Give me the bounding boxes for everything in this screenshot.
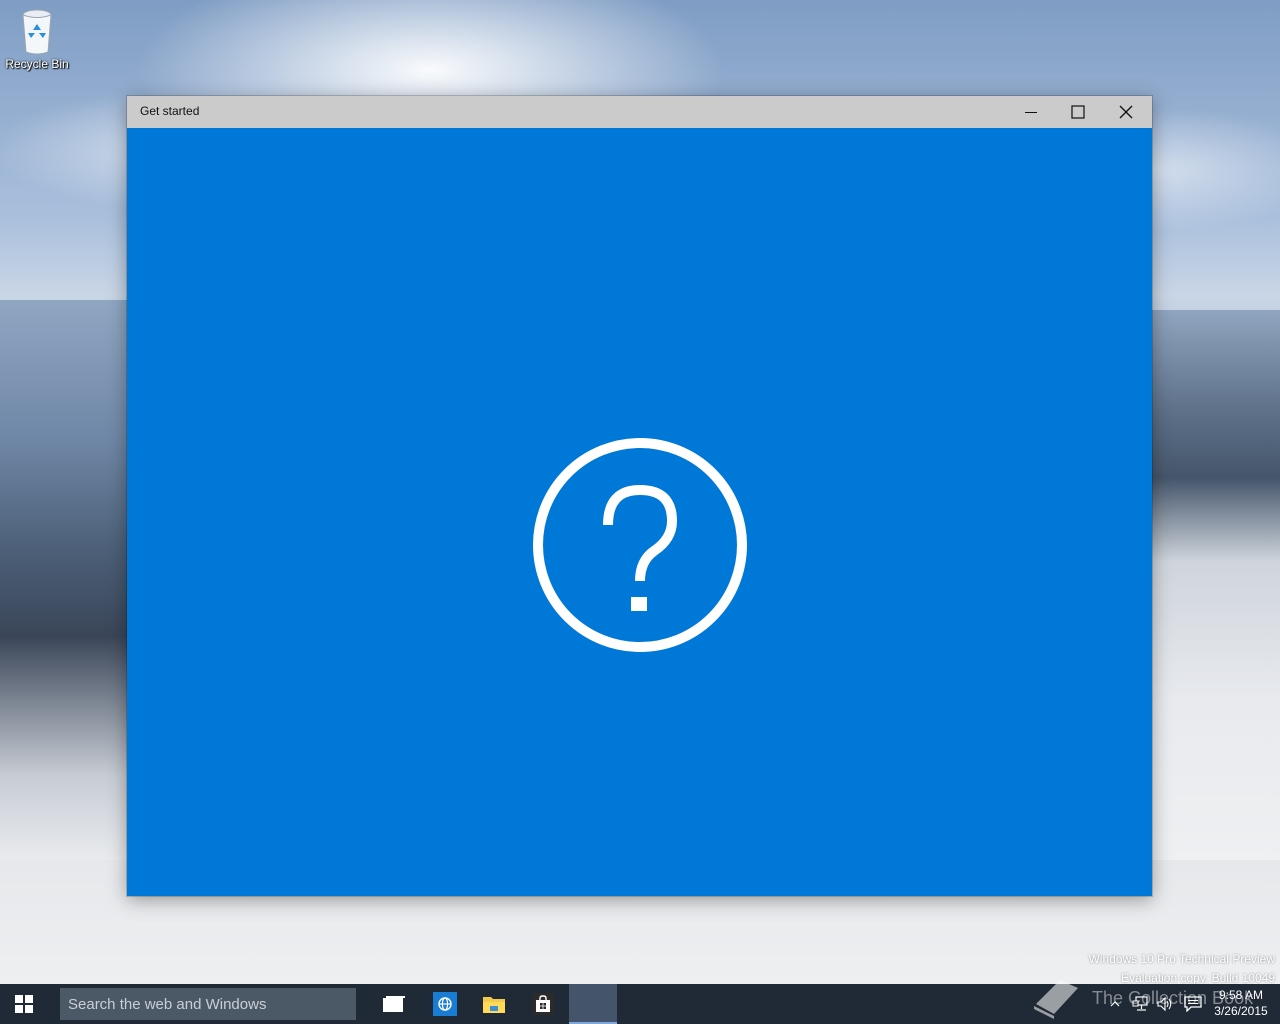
get-started-window: Get started [127, 96, 1152, 896]
taskbar-file-explorer[interactable] [470, 984, 518, 1024]
taskbar-internet-explorer[interactable] [421, 984, 469, 1024]
taskbar-task-view[interactable] [370, 984, 418, 1024]
taskbar-get-started[interactable] [569, 984, 617, 1024]
os-watermark: Windows 10 Pro Technical Preview Evaluat… [1088, 950, 1275, 988]
wallpaper-mountain-right [1152, 310, 1280, 870]
taskbar: 9:58 AM 3/26/2015 [0, 984, 1280, 1024]
taskbar-store[interactable] [519, 984, 567, 1024]
book-logo-icon [1034, 980, 1078, 1019]
minimize-button[interactable] [1008, 96, 1054, 128]
search-input[interactable] [60, 988, 356, 1020]
window-title: Get started [140, 104, 200, 118]
desktop-icon-recycle-bin[interactable]: Recycle Bin [4, 6, 70, 71]
overlay-brand-text: The Collection Book [1092, 988, 1254, 1008]
maximize-icon [1071, 105, 1085, 119]
folder-icon [483, 997, 505, 1013]
window-content [127, 128, 1152, 896]
recycle-bin-icon [22, 9, 52, 55]
minimize-icon [1025, 112, 1037, 113]
watermark-line-1: Windows 10 Pro Technical Preview [1088, 952, 1275, 966]
ie-icon [433, 992, 457, 1016]
desktop-icon-label: Recycle Bin [5, 57, 69, 71]
wallpaper-mountain-left [0, 300, 130, 860]
windows-logo-icon [15, 995, 33, 1013]
window-titlebar[interactable]: Get started [127, 96, 1152, 128]
help-question-icon [533, 438, 747, 652]
maximize-button[interactable] [1055, 96, 1101, 128]
task-view-icon [383, 996, 405, 1012]
start-button[interactable] [0, 984, 48, 1024]
close-button[interactable] [1103, 96, 1149, 128]
close-icon [1119, 105, 1133, 119]
store-icon [532, 993, 554, 1015]
